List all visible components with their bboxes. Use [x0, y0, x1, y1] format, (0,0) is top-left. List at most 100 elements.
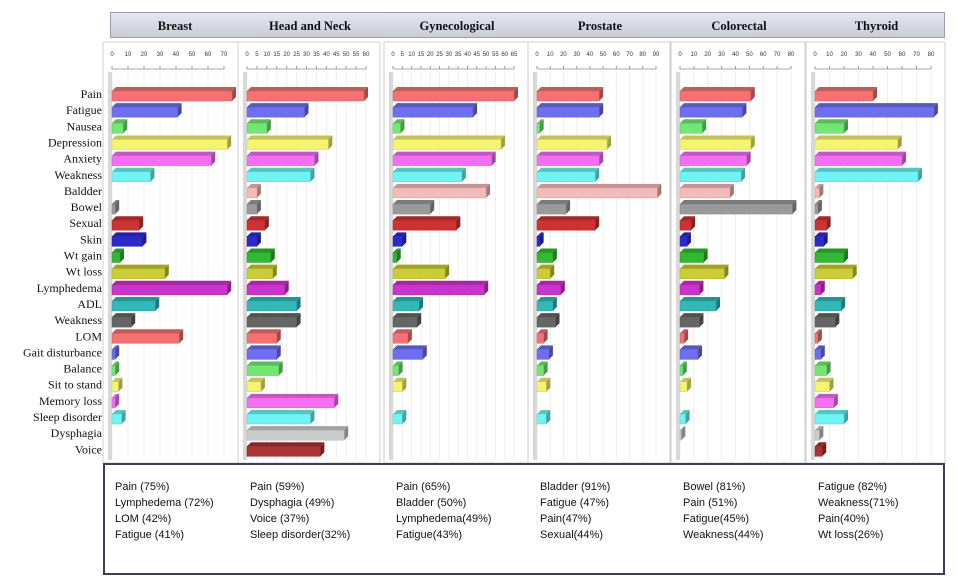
bar	[392, 296, 424, 312]
tick-label: 80	[788, 52, 795, 58]
bar	[536, 313, 560, 328]
bar	[814, 119, 848, 134]
top-symptom: Fatigue (41%)	[115, 529, 185, 541]
bar	[814, 135, 902, 150]
category-label: Nausea	[67, 119, 103, 133]
bar	[392, 345, 427, 360]
top-symptom: Fatigue(45%)	[683, 513, 750, 525]
axis-wall	[676, 72, 680, 460]
top-symptom: Pain(47%)	[540, 513, 592, 525]
top-symptom: Pain(40%)	[818, 513, 870, 525]
tick-label: 10	[691, 52, 698, 58]
bar	[536, 183, 662, 199]
bar	[536, 410, 551, 425]
category-label: Gait disturbance	[23, 345, 102, 359]
top-symptom: Dysphagia (49%)	[250, 497, 335, 509]
bar	[246, 264, 277, 279]
bar	[679, 183, 734, 199]
category-label: Baldder	[64, 184, 102, 198]
category-label: Fatigue	[66, 103, 102, 117]
bar	[679, 200, 797, 215]
category-label: Anxiety	[63, 152, 102, 166]
tick-label: 70	[626, 52, 633, 58]
tick-label: 50	[483, 52, 490, 58]
bar	[111, 296, 160, 312]
tick-label: 40	[870, 52, 877, 58]
panel-thyroid: 0 10 20 30 40 50 60 70 80	[805, 41, 946, 464]
bar	[814, 87, 877, 102]
tick-label: 55	[492, 52, 499, 58]
bar	[392, 329, 412, 344]
tick-label: 50	[343, 52, 350, 58]
bar	[536, 103, 604, 118]
top-symptom: Weakness(71%)	[818, 497, 899, 509]
bar	[814, 232, 828, 247]
bar	[392, 280, 489, 296]
bar	[111, 87, 236, 102]
panel-title: Colorectal	[711, 19, 767, 33]
tick-label: 30	[157, 52, 164, 58]
tick-label: 80	[928, 52, 935, 58]
bar	[246, 426, 349, 441]
category-label: ADL	[77, 297, 102, 311]
top-symptom: Bowel (81%)	[683, 481, 746, 493]
bar	[246, 345, 281, 360]
top-symptom: Lymphedema (72%)	[115, 497, 214, 509]
tick-label: 60	[760, 52, 767, 58]
axis-wall	[108, 72, 112, 460]
top-symptom: Bladder (91%)	[540, 481, 611, 493]
bar	[536, 87, 604, 102]
panel-top-symptoms: Bowel (81%) Pain (51%) Fatigue(45%) Weaknes…	[683, 479, 764, 543]
tick-label: 10	[408, 52, 415, 58]
bar	[536, 151, 604, 166]
tick-label: 40	[732, 52, 739, 58]
panel-top-symptoms: Bladder (91%) Fatigue (47%) Pain(47%) Sexua…	[540, 479, 610, 543]
category-label: Weakness	[54, 168, 102, 182]
top-symptom: Fatigue(43%)	[396, 529, 463, 541]
bar	[814, 410, 848, 425]
tick-label: 60	[363, 52, 370, 58]
category-label: Sit to stand	[48, 378, 102, 392]
panel-title: Head and Neck	[269, 19, 351, 33]
tick-label: 30	[855, 52, 862, 58]
bar	[111, 135, 232, 150]
tick-label: 60	[899, 52, 906, 58]
bar	[246, 296, 301, 312]
category-label: Memory loss	[39, 394, 102, 408]
bar	[814, 393, 838, 409]
category-label: Depression	[48, 135, 102, 149]
tick-label: 20	[841, 52, 848, 58]
bar	[246, 361, 283, 376]
tick-label: 10	[547, 52, 554, 58]
top-symptom: Bladder (50%)	[396, 497, 467, 509]
panel-top-symptoms: Pain (59%) Dysphagia (49%) Voice (37%) Slee…	[250, 479, 350, 543]
bar	[679, 135, 755, 150]
bar	[246, 151, 319, 166]
tick-label: 50	[884, 52, 891, 58]
tick-label: 60	[613, 52, 620, 58]
bar	[246, 232, 261, 247]
bar	[111, 119, 128, 134]
bar	[536, 167, 600, 182]
tick-label: 30	[573, 52, 580, 58]
bar	[246, 119, 271, 134]
bar	[814, 313, 840, 328]
tick-label: 10	[125, 52, 132, 58]
bar	[679, 313, 704, 328]
bar	[392, 216, 461, 231]
bar	[814, 167, 922, 182]
bar	[536, 264, 555, 279]
tick-label: 60	[501, 52, 508, 58]
tick-label: 20	[427, 52, 434, 58]
tick-label: 50	[189, 52, 196, 58]
tick-label: 30	[718, 52, 725, 58]
category-label: Wt loss	[66, 265, 103, 279]
tick-label: 30	[303, 52, 310, 58]
category-label: Pain	[81, 87, 102, 101]
tick-label: 35	[455, 52, 462, 58]
tick-label: 40	[587, 52, 594, 58]
tick-label: 20	[141, 52, 148, 58]
bar	[679, 296, 721, 312]
bar	[111, 410, 126, 425]
category-label: Bowel	[71, 200, 103, 214]
